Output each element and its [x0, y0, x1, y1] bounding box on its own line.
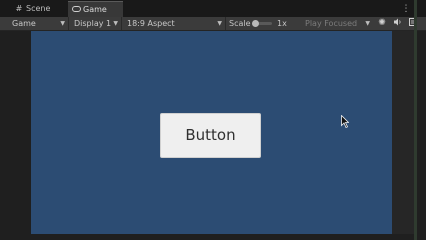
play-mode-dropdown[interactable]: Play Focused ▼: [297, 17, 373, 30]
gizmos-icon[interactable]: ✺: [376, 17, 388, 30]
more-options-icon[interactable]: ⋮: [400, 1, 412, 17]
scale-slider[interactable]: [252, 20, 272, 27]
game-view-toolbar: Game ▼ Display 1 ▼ 18:9 Aspect ▼ Scale 1…: [0, 17, 426, 31]
window-edge: [414, 0, 417, 240]
aspect-dropdown[interactable]: 18:9 Aspect ▼: [123, 17, 226, 30]
editor-tab-bar: # Scene Game ⋮: [0, 0, 426, 17]
scale-value: 1x: [277, 19, 287, 28]
aspect-label: 18:9 Aspect: [127, 19, 175, 28]
mouse-cursor-icon: [341, 115, 349, 128]
display-dropdown[interactable]: Display 1 ▼: [70, 17, 122, 30]
tab-scene-label: Scene: [26, 4, 51, 13]
tab-scene[interactable]: # Scene: [11, 1, 66, 17]
grid-icon: #: [15, 4, 23, 13]
speaker-icon[interactable]: [393, 17, 403, 30]
chevron-down-icon: ▼: [60, 20, 65, 27]
chevron-down-icon: ▼: [217, 20, 222, 27]
play-mode-label: Play Focused: [305, 19, 358, 28]
display-label: Display 1: [74, 19, 112, 28]
scale-slider-knob[interactable]: [252, 20, 259, 27]
chevron-down-icon: ▼: [113, 20, 118, 27]
tab-game-label: Game: [83, 5, 107, 14]
view-mode-label: Game: [12, 19, 36, 28]
gamepad-icon: [71, 2, 81, 18]
chevron-down-icon: ▼: [365, 20, 370, 27]
viewport-letterbox: [392, 31, 414, 234]
game-ui-button[interactable]: Button: [160, 113, 261, 158]
tab-game[interactable]: Game: [68, 1, 123, 17]
view-mode-dropdown[interactable]: Game ▼: [8, 17, 69, 30]
scale-label: Scale: [229, 19, 251, 28]
